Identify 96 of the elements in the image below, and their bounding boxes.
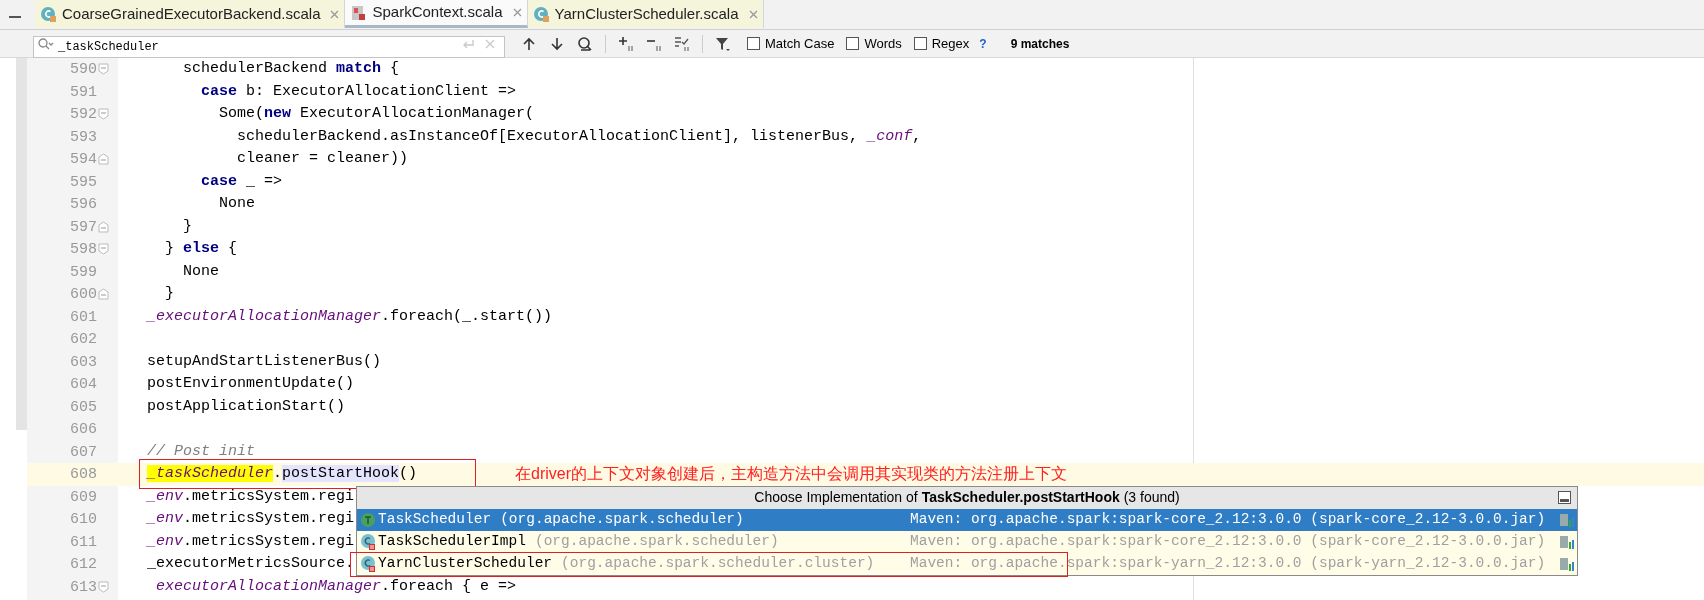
search-icon <box>38 37 54 50</box>
line-number: 594 <box>70 150 97 170</box>
checkbox[interactable]: Match Case <box>747 33 835 54</box>
fold-marker-icon[interactable] <box>98 580 109 593</box>
editor-tab[interactable]: CoarseGrainedExecutorBackend.scala <box>35 0 346 28</box>
line-number: 611 <box>70 532 97 553</box>
close-icon <box>748 9 758 19</box>
code-line: None <box>218 194 256 214</box>
line-number: 591 <box>70 82 97 103</box>
close-icon <box>330 9 340 19</box>
line-number: 593 <box>70 127 97 148</box>
line-number: 600 <box>70 285 97 305</box>
line-number: 599 <box>70 262 97 283</box>
code-line: case b: ExecutorAllocationClient => <box>200 81 517 102</box>
clear-icon <box>485 38 495 49</box>
line-number: 610 <box>70 510 97 530</box>
fold-marker-icon[interactable] <box>98 288 109 300</box>
find-all-icon[interactable] <box>577 35 593 52</box>
fold-marker-icon[interactable] <box>98 243 109 255</box>
line-number: 605 <box>70 397 97 418</box>
code-line: _env.metricsSystem.regi <box>147 486 355 507</box>
trait-icon <box>360 511 376 528</box>
code-line: _executorAllocationManager.foreach(_.start()) <box>147 306 553 327</box>
editor-tab[interactable]: SparkContext.scala <box>345 0 528 28</box>
class-name: TaskScheduler <box>378 509 492 529</box>
popup-list-item[interactable]: TaskSchedulerImpl (org.apache.spark.scheduler) Maven: org.apache.spark:spark-core_2.12:3.0.0 (spark-core_2.12-3.0.0.jar) <box>357 530 1577 553</box>
code-line: postApplicationStart() <box>147 396 346 417</box>
package-name: (org.apache.spark.scheduler) <box>500 509 744 529</box>
code-line: } <box>182 216 192 237</box>
object-file-icon <box>350 4 367 21</box>
code-line: _env.metricsSystem.regi <box>147 531 355 552</box>
code-line: } <box>164 284 174 304</box>
library-icon <box>1560 511 1575 528</box>
add-selection-icon[interactable] <box>618 35 634 52</box>
close-icon <box>512 8 522 17</box>
search-field[interactable]: _taskScheduler <box>33 35 505 58</box>
line-number: 613 <box>70 577 97 598</box>
line-number: 597 <box>70 217 97 238</box>
fold-marker-icon[interactable] <box>98 63 109 75</box>
code-line: _taskScheduler.postStartHook() <box>147 464 418 484</box>
pin-icon[interactable] <box>1558 490 1571 504</box>
code-line: executorAllocationManager.foreach { e => <box>155 576 517 597</box>
line-number: 598 <box>70 240 97 260</box>
annotation-text: 在driver的上下文对象创建后，主构造方法中会调用其实现类的方法注册上下文 <box>515 464 1067 484</box>
code-line: setupAndStartListenerBus() <box>147 351 382 372</box>
library-icon <box>1560 533 1575 550</box>
checkbox[interactable]: Regex <box>913 33 970 54</box>
code-line: // Post init <box>147 441 256 462</box>
library-name: Maven: org.apache.spark:spark-core_2.12:3.0.0 (spark-core_2.12-3.0.0.jar) <box>910 509 1546 529</box>
line-number: 606 <box>70 420 97 440</box>
class-file-icon <box>532 6 549 22</box>
arrow-down-icon[interactable] <box>549 35 565 52</box>
line-number: 604 <box>70 375 97 395</box>
line-number: 601 <box>70 307 97 328</box>
package-name: (org.apache.spark.scheduler.cluster) <box>561 553 875 573</box>
line-number: 607 <box>70 442 97 463</box>
fold-marker-icon[interactable] <box>98 220 109 233</box>
class-name: YarnClusterScheduler <box>378 553 553 573</box>
code-line: cleaner = cleaner)) <box>236 149 409 169</box>
line-number: 592 <box>70 105 97 125</box>
fold-marker-icon[interactable] <box>98 153 109 165</box>
select-all-icon[interactable] <box>674 35 690 52</box>
library-name: Maven: org.apache.spark:spark-core_2.12:3.0.0 (spark-core_2.12-3.0.0.jar) <box>910 531 1546 551</box>
line-number: 590 <box>70 60 97 80</box>
code-line: _env.metricsSystem.regi <box>147 509 355 529</box>
class-file-icon <box>40 6 56 22</box>
fold-marker-icon[interactable] <box>98 108 109 120</box>
line-number: 603 <box>70 352 97 373</box>
help-link[interactable]: ? <box>979 34 987 53</box>
editor-tab[interactable]: YarnClusterScheduler.scala <box>527 0 764 28</box>
code-line: schedulerBackend match { <box>182 59 400 79</box>
line-number: 595 <box>70 172 97 193</box>
popup-list-item[interactable]: TaskScheduler (org.apache.spark.scheduler) Maven: org.apache.spark:spark-core_2.12:3.0.0 (spark-core_2.12-3.0.0.jar) <box>357 508 1577 531</box>
line-number: 608 <box>70 465 97 485</box>
class-name: TaskSchedulerImpl <box>378 531 526 551</box>
code-line: None <box>182 261 219 282</box>
filter-icon[interactable] <box>715 35 731 52</box>
code-line: Some(new ExecutorAllocationManager( <box>218 104 535 124</box>
return-icon <box>461 37 475 50</box>
code-line: postEnvironmentUpdate() <box>147 374 355 394</box>
line-number: 596 <box>70 195 97 215</box>
class-icon <box>360 533 376 550</box>
code-line: _executorMetricsSource. <box>147 554 355 574</box>
class-icon <box>360 555 376 572</box>
code-line: schedulerBackend.asInstanceOf[ExecutorAllocationClient], listenerBus, _conf, <box>236 126 922 147</box>
package-name: (org.apache.spark.scheduler) <box>534 531 779 551</box>
checkbox[interactable]: Words <box>846 33 902 54</box>
code-line: case _ => <box>200 171 283 192</box>
library-icon <box>1560 555 1575 572</box>
line-number: 602 <box>70 330 97 350</box>
arrow-up-icon[interactable] <box>521 35 537 52</box>
line-number: 612 <box>70 555 97 575</box>
popup-title: Choose Implementation of TaskScheduler.postStartHook (3 found) <box>754 488 1180 507</box>
line-number: 609 <box>70 487 97 508</box>
code-line: } else { <box>164 239 238 259</box>
match-count: 9 matches <box>1010 35 1070 53</box>
